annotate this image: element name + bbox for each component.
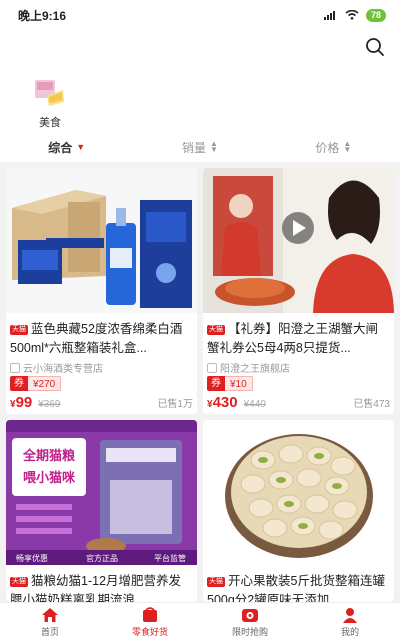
chevron-down-icon: ▼: [76, 142, 86, 152]
tab-label: 我的: [340, 626, 359, 637]
image-text: 官方正品: [86, 553, 118, 563]
product-title-text: 猫粮幼猫1-12月增肥营养发腮小猫奶糕离乳期流浪...: [10, 574, 182, 602]
sort-updown-icon: ▲ ▼: [210, 139, 218, 154]
price-row: ¥ 430 ¥440 已售473: [207, 394, 390, 412]
tmall-badge: 天猫: [207, 325, 225, 335]
status-icons: 78: [323, 8, 386, 22]
image-text: 全期猫粮: [22, 448, 76, 464]
product-image: 全期猫粮 喂小猫咪 畅享优惠 官方正品 平台监管: [6, 420, 197, 565]
bottom-tab-bar: 首页 零食好货 限时抢购 我的: [0, 602, 400, 641]
signal-icon: [323, 11, 335, 20]
product-title: 天猫 开心果散装5斤批货整箱连罐500g分2罐原味无添加...: [207, 572, 390, 602]
product-title: 天猫 猫粮幼猫1-12月增肥营养发腮小猫奶糕离乳期流浪...: [10, 572, 193, 602]
tab-label: 零食好货: [131, 626, 168, 637]
coupon-value: ¥10: [225, 376, 253, 391]
product-card[interactable]: 全期猫粮 喂小猫咪 畅享优惠 官方正品 平台监管 天猫 猫粮幼猫1-12月增肥营养…: [6, 420, 197, 602]
coupon-label: 券: [10, 376, 28, 391]
shop-name[interactable]: 阳澄之王旗舰店: [207, 360, 290, 375]
coupon-badge: 券 ¥10: [207, 376, 253, 391]
product-title-text: 【礼券】阳澄之王湖蟹大闸蟹礼券公5母4两8只提货...: [207, 322, 379, 355]
food-icon: [33, 78, 67, 108]
category-food[interactable]: 美食: [30, 78, 70, 130]
search-icon[interactable]: [364, 36, 386, 58]
status-time: 晚上9:16: [18, 8, 67, 23]
shop-name-text: 阳澄之王旗舰店: [220, 364, 290, 375]
tab-label: 首页: [40, 626, 59, 637]
tmall-badge: 天猫: [10, 325, 28, 335]
product-title-text: 蓝色典藏52度浓香绵柔白酒 500ml*六瓶整箱装礼盒...: [10, 322, 183, 355]
sort-updown-icon: ▲ ▼: [343, 139, 352, 154]
sort-sales[interactable]: 销量 ▲ ▼: [133, 139, 266, 156]
product-title: 天猫 蓝色典藏52度浓香绵柔白酒 500ml*六瓶整箱装礼盒...: [10, 320, 193, 358]
price-row: ¥ 99 ¥369 已售1万: [10, 394, 193, 412]
tab-profile[interactable]: 我的: [300, 603, 400, 641]
home-icon: [42, 607, 58, 622]
top-bar: [0, 30, 400, 70]
image-text: 平台监管: [154, 553, 186, 563]
snack-bag-icon: [143, 606, 157, 622]
product-card[interactable]: 天猫 【礼券】阳澄之王湖蟹大闸蟹礼券公5母4两8只提货... 阳澄之王旗舰店 券 ¥…: [203, 168, 394, 414]
category-label: 美食: [39, 117, 61, 129]
sort-label: 综合: [48, 140, 73, 155]
tab-label: 限时抢购: [231, 626, 268, 637]
coupon-badge: 券 ¥270: [10, 376, 62, 391]
battery-indicator: 78: [365, 8, 386, 22]
product-image: [203, 168, 394, 313]
flash-sale-icon: [242, 608, 258, 622]
sort-comprehensive[interactable]: 综合 ▼: [0, 139, 133, 156]
sales-count: 已售473: [353, 399, 390, 410]
image-text: 喂小猫咪: [23, 470, 76, 486]
tab-snacks[interactable]: 零食好货: [100, 603, 200, 641]
tmall-badge: 天猫: [207, 577, 225, 587]
product-image: [203, 420, 394, 565]
price: 99: [15, 394, 33, 411]
sort-bar: 综合 ▼ 销量 ▲ ▼ 价格 ▲ ▼: [0, 132, 400, 162]
sort-price[interactable]: 价格 ▲ ▼: [267, 139, 400, 156]
product-title: 天猫 【礼券】阳澄之王湖蟹大闸蟹礼券公5母4两8只提货...: [207, 320, 390, 358]
image-text: 畅享优惠: [16, 553, 48, 563]
shop-icon: [207, 362, 217, 373]
coupon-label: 券: [207, 376, 225, 391]
status-bar: 晚上9:16 78: [0, 0, 400, 30]
user-icon: [343, 607, 357, 623]
sales-count: 已售1万: [157, 399, 193, 410]
shop-name[interactable]: 云小海酒类专营店: [10, 360, 103, 375]
tab-home[interactable]: 首页: [0, 603, 100, 641]
shop-name-text: 云小海酒类专营店: [23, 364, 103, 375]
original-price: ¥369: [38, 399, 61, 410]
coupon-value: ¥270: [28, 376, 62, 391]
original-price: ¥440: [243, 399, 266, 410]
sort-label: 销量: [182, 140, 207, 155]
sort-label: 价格: [315, 140, 340, 155]
wifi-icon: [345, 10, 359, 20]
product-title-text: 开心果散装5斤批货整箱连罐500g分2罐原味无添加...: [207, 574, 385, 602]
product-card[interactable]: 天猫 蓝色典藏52度浓香绵柔白酒 500ml*六瓶整箱装礼盒... 云小海酒类专营…: [6, 168, 197, 414]
product-image: [6, 168, 197, 313]
tmall-badge: 天猫: [10, 577, 28, 587]
price: 430: [212, 394, 238, 411]
tab-flash-sale[interactable]: 限时抢购: [200, 603, 300, 641]
shop-icon: [10, 362, 20, 373]
product-card[interactable]: 天猫 开心果散装5斤批货整箱连罐500g分2罐原味无添加...: [203, 420, 394, 602]
